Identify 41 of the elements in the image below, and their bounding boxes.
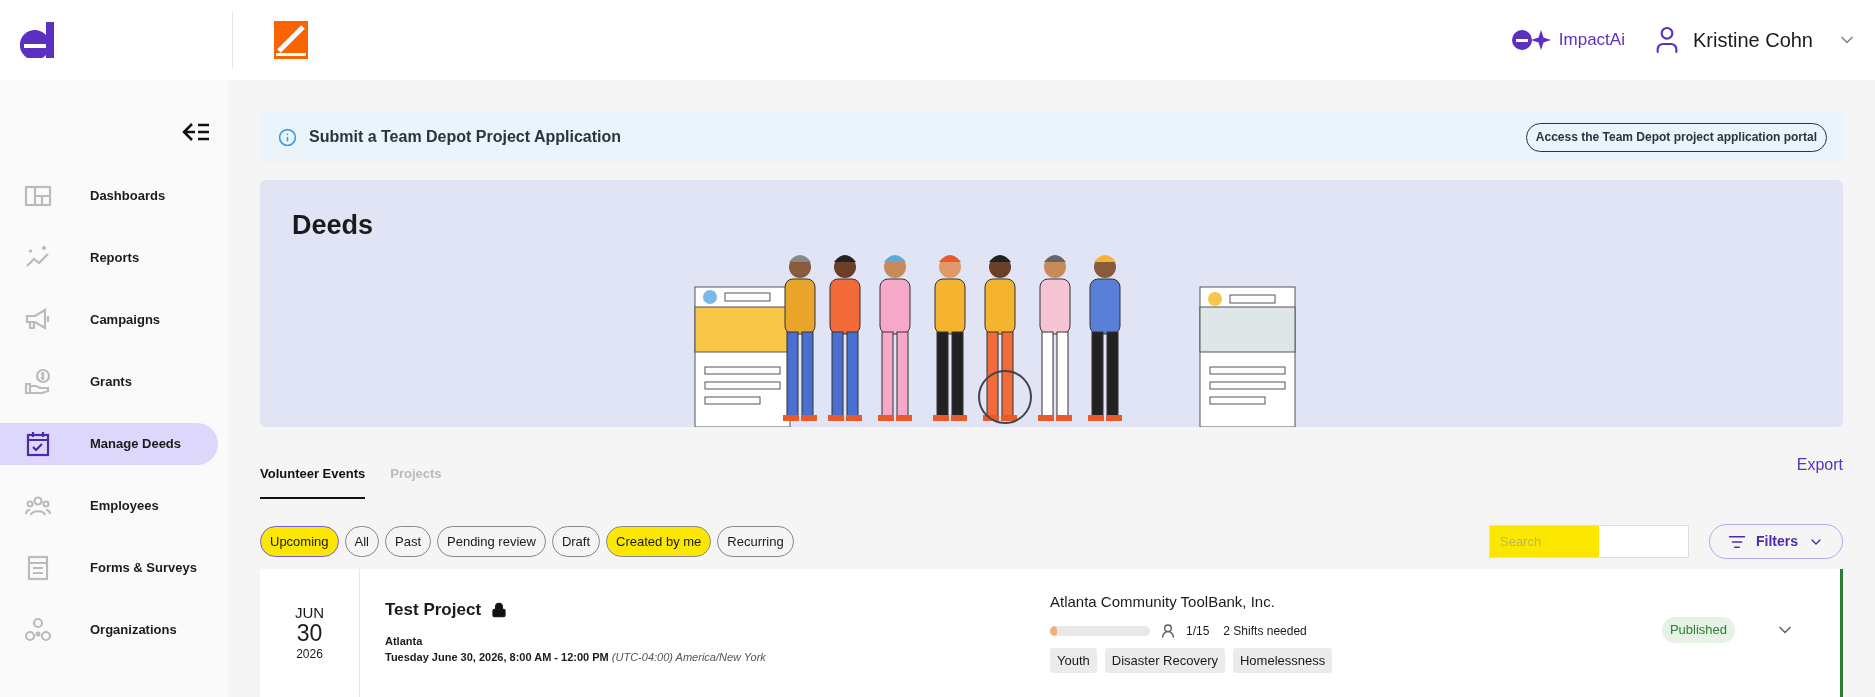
user-menu[interactable]: Kristine Cohn	[1650, 24, 1857, 56]
circles-icon	[24, 616, 52, 644]
ai-sparkle-icon[interactable]	[1510, 29, 1551, 51]
app-logo-icon[interactable]	[20, 22, 54, 58]
search-field[interactable]: Search	[1489, 525, 1689, 558]
filter-chip[interactable]: Created by me	[606, 526, 712, 557]
event-datetime: Tuesday June 30, 2026, 8:00 AM - 12:00 PM (UTC-04:00) America/New York	[385, 650, 767, 665]
volunteer-count: 1/15	[1186, 622, 1210, 640]
event-location: Atlanta	[385, 633, 424, 649]
tag: Youth	[1050, 647, 1097, 673]
company-logo-icon[interactable]	[274, 21, 308, 59]
tag: Disaster Recovery	[1104, 647, 1225, 673]
info-icon	[278, 127, 297, 147]
event-card[interactable]	[260, 569, 1843, 697]
sidebar-item[interactable]: Organizations	[0, 609, 218, 651]
sidebar-item[interactable]: Reports	[0, 237, 218, 279]
sidebar-item[interactable]: Campaigns	[0, 299, 218, 341]
status-badge: Published	[1661, 617, 1735, 643]
page-title: Deeds	[292, 209, 374, 242]
tab[interactable]: Volunteer Events	[260, 463, 366, 499]
person-icon	[1160, 622, 1176, 639]
export-link[interactable]: Export	[1796, 453, 1843, 477]
collapse-menu-icon[interactable]	[182, 122, 210, 142]
event-title: Test Project	[385, 599, 482, 621]
tag: Homelessness	[1233, 647, 1333, 673]
sidebar-item[interactable]: Dashboards	[0, 175, 218, 217]
ai-link[interactable]: ImpactAi	[1558, 27, 1625, 53]
money-hand-icon	[24, 368, 52, 396]
calendar-check-icon	[24, 430, 52, 458]
banner-text: Submit a Team Depot Project Application	[309, 127, 622, 147]
user-name: Kristine Cohn	[1692, 28, 1813, 53]
sidebar-item[interactable]: Manage Deeds	[0, 423, 218, 465]
sidebar-item[interactable]: Employees	[0, 485, 218, 527]
sidebar-item[interactable]: Grants	[0, 361, 218, 403]
event-month: JUN	[294, 605, 325, 621]
organization-name: Atlanta Community ToolBank, Inc.	[1050, 592, 1276, 612]
sidebar-item[interactable]: Forms & Surveys	[0, 547, 218, 589]
event-day: 30	[296, 621, 323, 645]
event-year: 2026	[296, 646, 323, 663]
filter-chip[interactable]: Upcoming	[260, 526, 339, 557]
shifts-needed: 2 Shifts needed	[1223, 622, 1307, 640]
